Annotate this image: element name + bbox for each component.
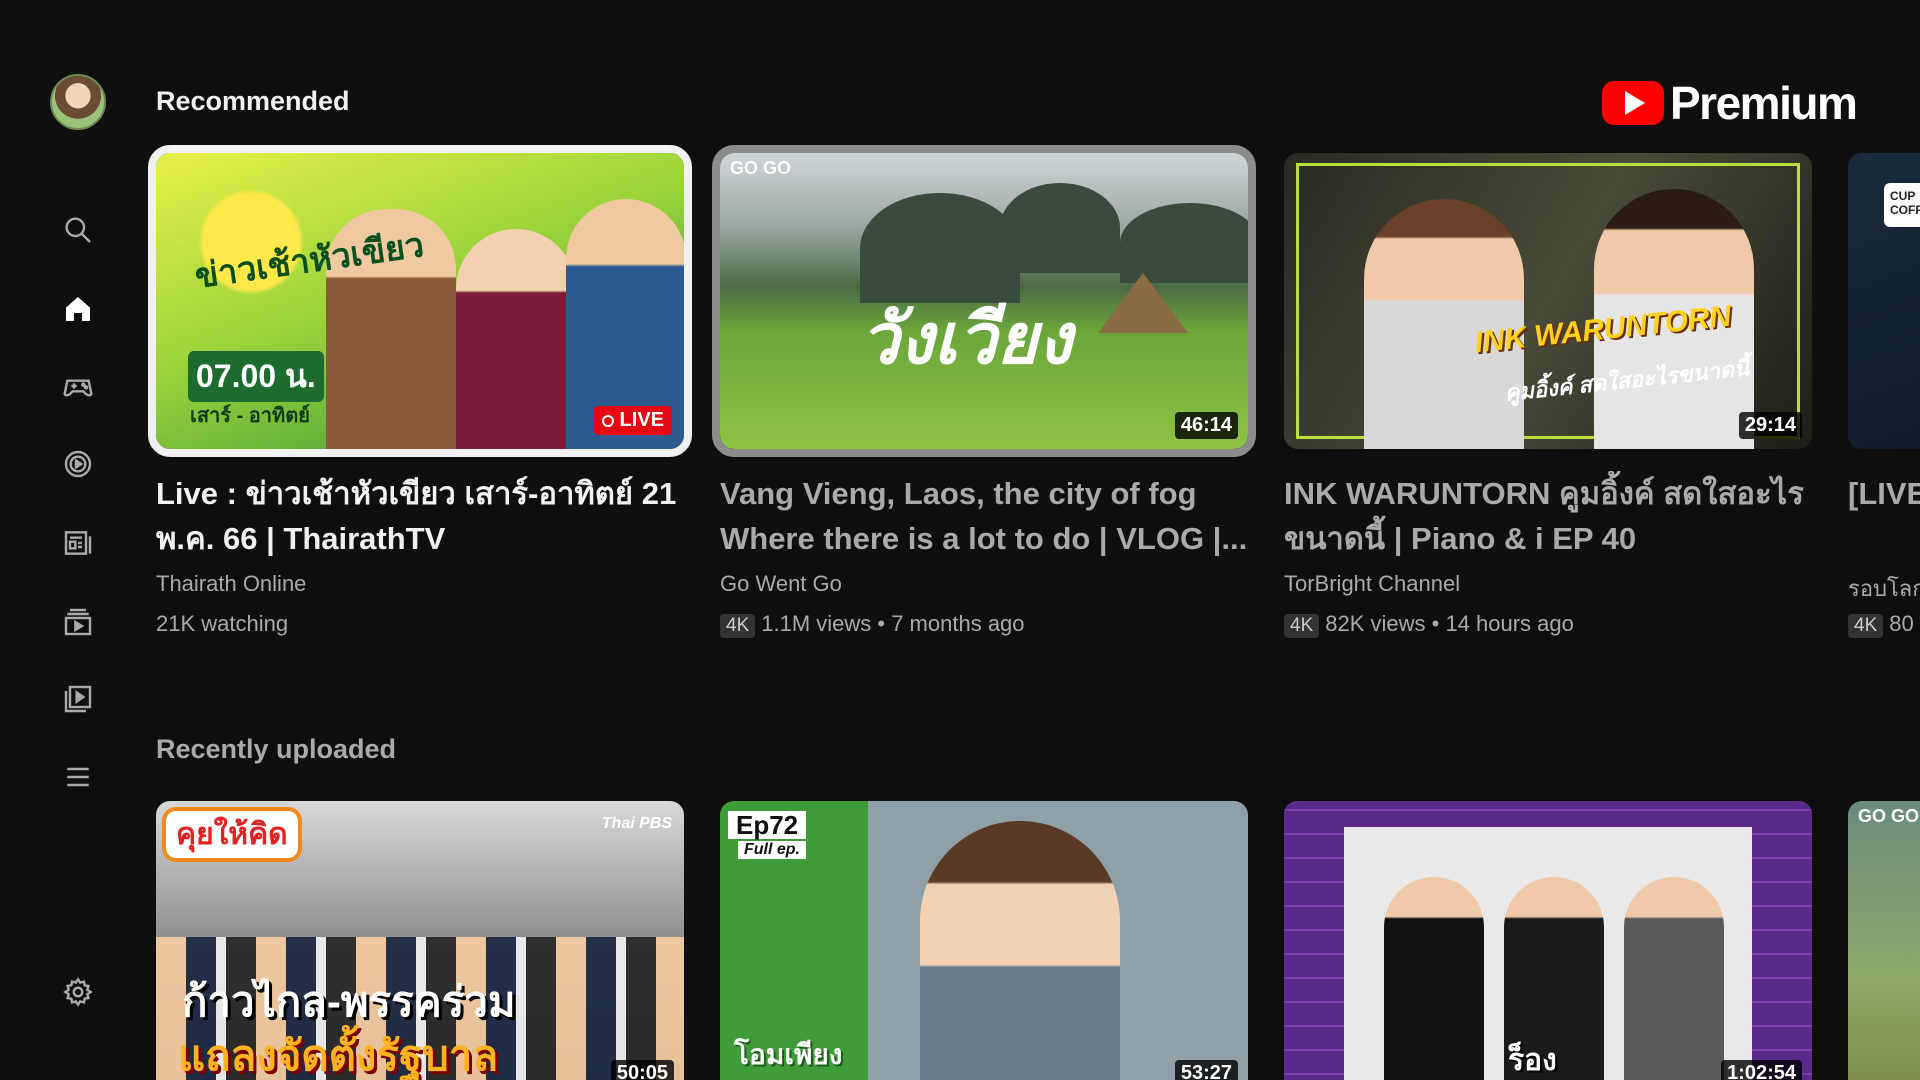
episode-badge: Ep72 [728, 811, 807, 839]
video-thumbnail[interactable]: ร็อง 1:02:54 [1284, 801, 1812, 1080]
channel-name: Thairath Online [156, 571, 307, 596]
video-thumbnail[interactable]: CUP COFF [1848, 153, 1920, 449]
thumbnail-time: 07.00 น. [188, 351, 324, 402]
video-duration: 29:14 [1738, 412, 1802, 439]
channel-watermark: GO GO [730, 158, 792, 178]
gear-icon[interactable] [60, 974, 96, 1010]
video-meta-text: 82K views • 14 hours ago [1325, 611, 1574, 636]
video-title: Vang Vieng, Laos, the city of fog Where … [720, 476, 1248, 556]
thumbnail-headline-2: แถลงจัดตั้งรัฐบาล [178, 1032, 499, 1079]
section-title-recently-uploaded: Recently uploaded [156, 734, 397, 764]
video-thumbnail[interactable]: GO GO [1848, 801, 1920, 1080]
thumbnail-person [456, 229, 576, 449]
video-duration: 46:14 [1174, 412, 1238, 439]
live-badge: LIVE [593, 406, 672, 435]
avatar[interactable] [50, 74, 106, 130]
channel-name: Go Went Go [720, 571, 842, 596]
menu-icon[interactable] [60, 759, 96, 795]
thumbnail-person [1624, 877, 1724, 1080]
thumbnail-title: โอมเพียง [734, 1039, 843, 1070]
video-meta: 4K 82K views • 14 hours ago [1284, 611, 1574, 638]
video-meta-text: 21K watching [156, 611, 289, 636]
thumbnail-hut [1098, 273, 1188, 333]
channel-watermark: GO GO [1858, 806, 1920, 826]
thumbnail-person [1384, 877, 1484, 1080]
thumbnail-mountain [1120, 203, 1248, 283]
video-thumbnail[interactable]: INK WARUNTORN คูมอิ้งค์ สดใสอะไรขนาดนี้ … [1284, 153, 1812, 449]
playlist-icon[interactable] [60, 681, 96, 717]
subscriptions-icon[interactable] [60, 525, 96, 561]
youtube-premium-logo: Premium [1602, 77, 1858, 129]
video-thumbnail[interactable]: คุยให้คิด Thai PBS ก้าวไกล-พรรคร่วม แถลง… [156, 801, 684, 1080]
thumbnail-days: เสาร์ - อาทิตย์ [190, 405, 310, 427]
4k-badge: 4K [720, 614, 756, 638]
video-duration: 1:02:54 [1721, 1060, 1802, 1080]
video-duration: 53:27 [1174, 1060, 1238, 1080]
4k-badge: 4K [1284, 614, 1320, 638]
thumbnail-person [920, 821, 1120, 1080]
live-icon [601, 414, 614, 427]
channel-name: TorBright Channel [1284, 571, 1461, 596]
video-title: Live : ข่าวเช้าหัวเขียว เสาร์-อาทิตย์ 21… [156, 476, 677, 556]
program-tag: คุยให้คิด [162, 807, 302, 862]
play-circle-icon[interactable] [60, 446, 96, 482]
video-meta: 4K 80 [1848, 611, 1914, 638]
search-icon[interactable] [60, 212, 96, 248]
video-duration: 50:05 [610, 1060, 674, 1080]
youtube-tv-home: Recommended Premium ข่าวเช้าหัวเขียว 07.… [0, 0, 1920, 1080]
video-thumbnail[interactable]: ข่าวเช้าหัวเขียว 07.00 น. เสาร์ - อาทิตย… [148, 145, 692, 457]
video-meta: 4K 1.1M views • 7 months ago [720, 611, 1025, 638]
home-icon[interactable] [60, 291, 96, 327]
channel-logo: Thai PBS [601, 815, 672, 832]
video-title: INK WARUNTORN คูมอิ้งค์ สดใสอะไร ขนาดนี้… [1284, 476, 1804, 556]
video-thumbnail[interactable]: GO GO วังเวียง 46:14 [712, 145, 1256, 457]
video-meta-text: 80 [1889, 611, 1914, 636]
youtube-play-icon [1602, 81, 1664, 125]
library-icon[interactable] [60, 604, 96, 640]
4k-badge: 4K [1848, 614, 1884, 638]
live-badge-label: LIVE [619, 409, 664, 431]
thumbnail-title: ร็อง [1508, 1044, 1557, 1077]
gamepad-icon[interactable] [60, 368, 96, 404]
sidebar [0, 0, 156, 1080]
episode-subtitle: Full ep. [738, 841, 806, 859]
video-meta-text: 1.1M views • 7 months ago [761, 611, 1025, 636]
thumbnail-mountain [1000, 183, 1120, 273]
video-thumbnail[interactable]: Ep72 Full ep. โอมเพียง 53:27 [720, 801, 1248, 1080]
video-title: [LIVE Coffe [1848, 476, 1920, 511]
premium-logo-text: Premium [1670, 77, 1858, 129]
thumbnail-title: วังเวียง [860, 300, 1072, 378]
section-title-recommended: Recommended [156, 86, 350, 116]
channel-badge: CUP COFF [1884, 183, 1920, 227]
video-meta: 21K watching [156, 611, 288, 637]
channel-name: รอบโลก [1848, 576, 1920, 601]
